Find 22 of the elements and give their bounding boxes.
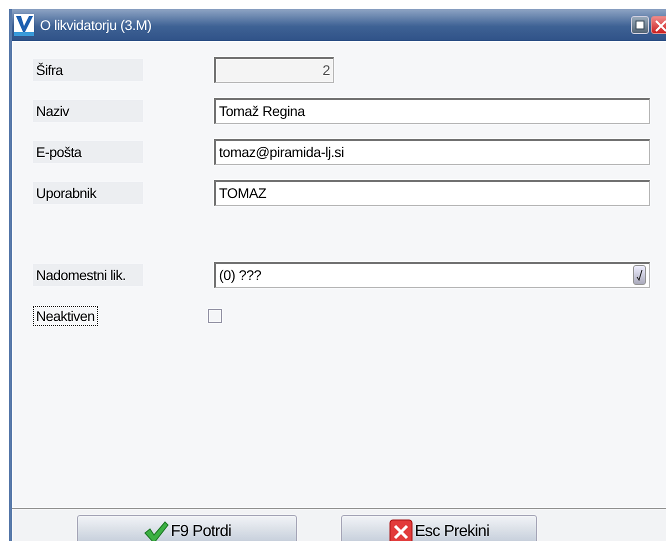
- input-field[interactable]: tomaz@piramida-lj.si: [214, 138, 650, 164]
- checkmark-icon: [142, 520, 169, 541]
- cancel-button[interactable]: Esc Prekini: [341, 515, 537, 541]
- field-label: Naziv: [33, 100, 143, 122]
- field-label: Uporabnik: [33, 182, 143, 204]
- window-title: O likvidatorju (3.M): [40, 17, 152, 33]
- lookup-button[interactable]: [633, 265, 646, 285]
- checkmark-icon: [636, 269, 643, 281]
- input-field[interactable]: TOMAZ: [214, 180, 650, 206]
- field-label: Neaktiven: [33, 306, 98, 326]
- input-field[interactable]: Tomaž Regina: [214, 98, 650, 124]
- app-logo-icon: [14, 14, 34, 36]
- maximize-icon: [635, 20, 645, 30]
- field-label: Šifra: [33, 58, 143, 80]
- field-label: Nadomestni lik.: [33, 264, 143, 286]
- close-button[interactable]: [651, 16, 666, 34]
- field-label: E-pošta: [33, 140, 143, 162]
- lookup-field[interactable]: (0) ???: [214, 262, 650, 288]
- confirm-button[interactable]: F9 Potrdi: [77, 515, 297, 541]
- maximize-button[interactable]: [631, 16, 649, 34]
- cancel-icon: [388, 519, 413, 541]
- checkbox[interactable]: [208, 308, 222, 322]
